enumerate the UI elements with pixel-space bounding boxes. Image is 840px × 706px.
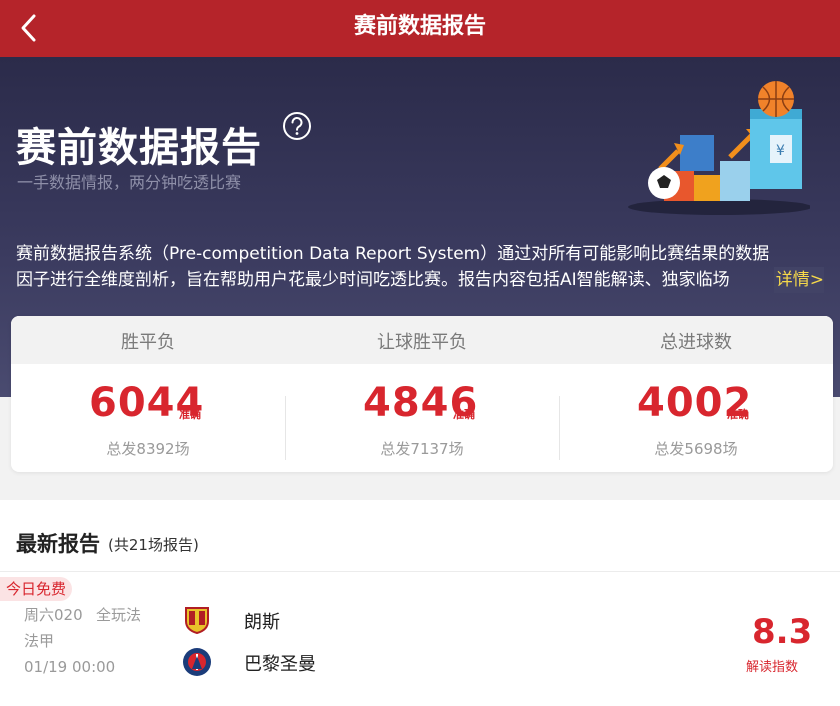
- stat-unit: 准确: [179, 408, 201, 421]
- hero-subtitle: 一手数据情报，两分钟吃透比赛: [17, 173, 242, 192]
- stat-total: 总发5698场: [654, 440, 738, 458]
- stat-handicap[interactable]: 让球胜平负 4846 准确 总发7137场: [285, 316, 559, 472]
- stats-card: 胜平负 6044 准确 总发8392场 让球胜平负 4846 准确 总发7137…: [11, 316, 833, 472]
- report-count: (共21场报告): [108, 536, 199, 554]
- description-text: 赛前数据报告系统（Pre-competition Data Report Sys…: [16, 244, 770, 290]
- latest-reports-section: 最新报告 (共21场报告) 今日免费 周六020 全玩法 法甲 01/19 00…: [0, 500, 840, 706]
- free-badge: 今日免费: [0, 577, 73, 601]
- away-team: 巴黎圣曼: [244, 654, 316, 675]
- stat-total: 总发8392场: [106, 440, 190, 458]
- top-bar: 赛前数据报告: [0, 0, 840, 57]
- stat-unit: 准确: [727, 408, 749, 421]
- stat-unit: 准确: [453, 408, 475, 421]
- psg-logo-icon: [183, 648, 211, 676]
- match-time: 01/19 00:00: [24, 658, 116, 676]
- svg-text:¥: ¥: [776, 143, 785, 159]
- hero-description: 赛前数据报告系统（Pre-competition Data Report Sys…: [16, 241, 824, 293]
- question-circle-icon[interactable]: [282, 111, 312, 141]
- section-title: 最新报告: [16, 532, 100, 556]
- play-type: 全玩法: [96, 606, 142, 624]
- stat-label: 胜平负: [121, 332, 175, 353]
- stat-label: 让球胜平负: [377, 332, 467, 353]
- details-link[interactable]: 详情>: [773, 267, 824, 293]
- lens-logo-icon: [185, 607, 209, 635]
- divider: [0, 571, 840, 572]
- interpretation-score: 8.3: [752, 612, 813, 652]
- stat-total-goals[interactable]: 总进球数 4002 准确 总发5698场: [559, 316, 833, 472]
- league: 法甲: [24, 632, 55, 650]
- score-label: 解读指数: [746, 660, 799, 675]
- data-illustration-icon: ¥: [628, 81, 810, 215]
- match-number: 周六020: [24, 606, 83, 624]
- home-team: 朗斯: [244, 612, 280, 633]
- page-title: 赛前数据报告: [353, 14, 486, 39]
- hero-title: 赛前数据报告: [16, 125, 262, 171]
- stat-win-draw-loss[interactable]: 胜平负 6044 准确 总发8392场: [11, 316, 285, 472]
- stat-label: 总进球数: [660, 332, 732, 353]
- stat-total: 总发7137场: [380, 440, 464, 458]
